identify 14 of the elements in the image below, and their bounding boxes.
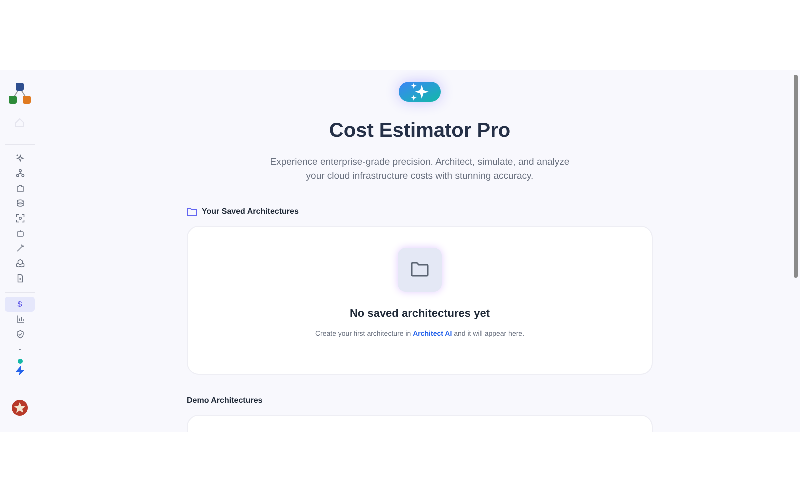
cubes-logo-icon[interactable] xyxy=(7,82,33,106)
page-subtitle: Experience enterprise-grade precision. Architect, simulate, and analyze your cloud infrastructure costs with stunning accuracy. xyxy=(270,156,570,184)
folder-icon xyxy=(187,207,198,217)
nav-item[interactable]: - xyxy=(5,342,35,357)
section-heading: Demo Architectures xyxy=(187,395,264,407)
avatar-icon[interactable] xyxy=(12,400,28,416)
empty-title: No saved architectures yet xyxy=(350,307,490,322)
scrollbar[interactable] xyxy=(794,75,798,278)
lightning-icon[interactable] xyxy=(16,366,24,376)
section-heading: Your Saved Architectures xyxy=(202,206,299,218)
page-title: Cost Estimator Pro xyxy=(329,119,511,144)
nav-item[interactable]: $ xyxy=(5,297,35,312)
folder-icon xyxy=(398,248,442,292)
sparkles-logo-icon xyxy=(399,82,441,102)
